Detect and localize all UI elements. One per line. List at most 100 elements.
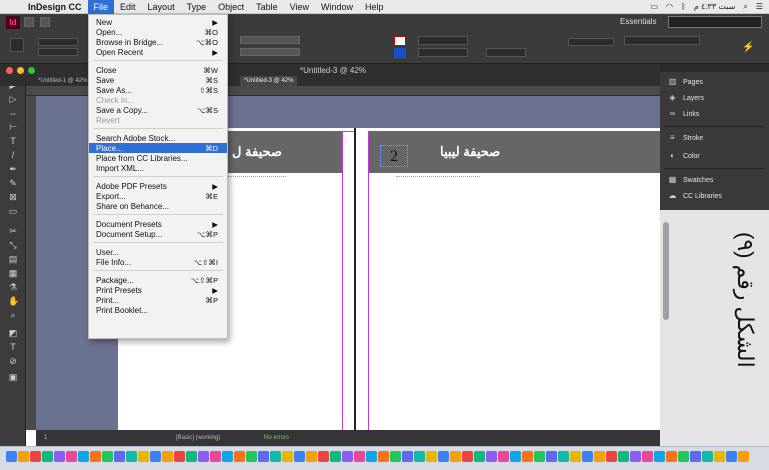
- note-tool-icon[interactable]: ▦: [8, 268, 18, 278]
- menu-table[interactable]: Table: [250, 0, 284, 14]
- page-number-field[interactable]: 1: [44, 430, 47, 446]
- stroke-swatch[interactable]: [394, 48, 406, 58]
- menu-item-place[interactable]: Place... ⌘D: [89, 143, 227, 153]
- scrollbar[interactable]: [663, 222, 669, 320]
- width-field[interactable]: [240, 36, 300, 44]
- opacity-field[interactable]: [486, 48, 526, 57]
- dock-app-icon[interactable]: [618, 451, 629, 462]
- menu-type[interactable]: Type: [181, 0, 213, 14]
- dock-app-icon[interactable]: [474, 451, 485, 462]
- dock-app-icon[interactable]: [234, 451, 245, 462]
- dock-app-icon[interactable]: [582, 451, 593, 462]
- dock-app-icon[interactable]: [690, 451, 701, 462]
- dock-app-icon[interactable]: [738, 451, 749, 462]
- gap-field[interactable]: [568, 38, 614, 46]
- menu-object[interactable]: Object: [212, 0, 250, 14]
- dock-app-icon[interactable]: [114, 451, 125, 462]
- search-icon[interactable]: ⌕: [743, 2, 747, 12]
- menu-item-document-setup[interactable]: Document Setup... ⌥⌘P: [89, 229, 227, 239]
- pen-tool-icon[interactable]: ✒: [8, 164, 18, 174]
- height-field[interactable]: [240, 48, 300, 56]
- dock-app-icon[interactable]: [258, 451, 269, 462]
- page-tool-icon[interactable]: ⇔: [8, 108, 18, 118]
- fill-stroke-icon[interactable]: ◩: [8, 328, 18, 338]
- screen-mode-button[interactable]: [40, 17, 50, 27]
- gap-tool-icon[interactable]: ⊢: [8, 122, 18, 132]
- menu-item-export[interactable]: Export... ⌘E: [89, 191, 227, 201]
- dock-app-icon[interactable]: [402, 451, 413, 462]
- dock-app-icon[interactable]: [558, 451, 569, 462]
- help-search-input[interactable]: [668, 16, 762, 28]
- dock-app-icon[interactable]: [654, 451, 665, 462]
- menu-file[interactable]: File: [87, 0, 115, 14]
- dock-app-icon[interactable]: [630, 451, 641, 462]
- dock-app-icon[interactable]: [18, 451, 29, 462]
- menu-item-save-as[interactable]: Save As... ⇧⌘S: [89, 85, 227, 95]
- dock-app-icon[interactable]: [702, 451, 713, 462]
- panel-cc-libraries[interactable]: ☁ CC Libraries: [668, 190, 722, 202]
- line-tool-icon[interactable]: /: [8, 150, 18, 160]
- dock-app-icon[interactable]: [342, 451, 353, 462]
- dock-app-icon[interactable]: [390, 451, 401, 462]
- menu-item-user[interactable]: User...: [89, 247, 227, 257]
- dock-app-icon[interactable]: [714, 451, 725, 462]
- workspace-switcher[interactable]: Essentials: [620, 17, 656, 26]
- screen-mode-icon[interactable]: ▣: [8, 372, 18, 382]
- menu-item-package[interactable]: Package... ⌥⇧⌘P: [89, 275, 227, 285]
- dock-app-icon[interactable]: [642, 451, 653, 462]
- dock-app-icon[interactable]: [78, 451, 89, 462]
- view-options-button[interactable]: [24, 17, 34, 27]
- dock-app-icon[interactable]: [462, 451, 473, 462]
- gradient-tool-icon[interactable]: ▤: [8, 254, 18, 264]
- dock-app-icon[interactable]: [414, 451, 425, 462]
- dock-app-icon[interactable]: [150, 451, 161, 462]
- scissors-tool-icon[interactable]: ✂: [8, 226, 18, 236]
- app-menu[interactable]: InDesign CC: [22, 0, 88, 14]
- menu-item-import-xml[interactable]: Import XML...: [89, 163, 227, 173]
- dock-app-icon[interactable]: [534, 451, 545, 462]
- dock-app-icon[interactable]: [246, 451, 257, 462]
- object-style-dropdown[interactable]: [624, 36, 700, 45]
- page-number-frame[interactable]: 2: [380, 145, 408, 167]
- dock-app-icon[interactable]: [306, 451, 317, 462]
- panel-swatches[interactable]: ▦ Swatches: [668, 174, 714, 186]
- battery-icon[interactable]: ▭: [650, 2, 658, 11]
- hand-tool-icon[interactable]: ✋: [8, 296, 19, 306]
- fill-swatch[interactable]: [394, 36, 406, 46]
- menu-item-open[interactable]: Open... ⌘O: [89, 27, 227, 37]
- dock-app-icon[interactable]: [666, 451, 677, 462]
- dock-app-icon[interactable]: [498, 451, 509, 462]
- y-field[interactable]: [38, 48, 78, 56]
- page-right[interactable]: [356, 128, 660, 430]
- dock-app-icon[interactable]: [6, 451, 17, 462]
- menu-item-print-booklet[interactable]: Print Booklet...: [89, 305, 227, 315]
- dock-app-icon[interactable]: [378, 451, 389, 462]
- dock-app-icon[interactable]: [162, 451, 173, 462]
- panel-color[interactable]: ◐ Color: [668, 150, 700, 162]
- formatting-icon[interactable]: T: [8, 342, 18, 352]
- dock-app-icon[interactable]: [726, 451, 737, 462]
- dock-app-icon[interactable]: [546, 451, 557, 462]
- dock-app-icon[interactable]: [90, 451, 101, 462]
- dock-app-icon[interactable]: [126, 451, 137, 462]
- menu-item-share-on-behance[interactable]: Share on Behance...: [89, 201, 227, 211]
- bluetooth-icon[interactable]: ᛒ: [681, 2, 686, 11]
- zoom-window-icon[interactable]: [28, 67, 35, 74]
- dock-app-icon[interactable]: [138, 451, 149, 462]
- menu-item-print[interactable]: Print... ⌘P: [89, 295, 227, 305]
- dock-app-icon[interactable]: [450, 451, 461, 462]
- rectangle-frame-tool-icon[interactable]: ⊠: [8, 192, 18, 202]
- menu-item-file-info[interactable]: File Info... ⌥⇧⌘I: [89, 257, 227, 267]
- reference-point-icon[interactable]: [10, 38, 24, 52]
- stroke-weight-field[interactable]: [418, 36, 468, 45]
- dock-app-icon[interactable]: [42, 451, 53, 462]
- menu-item-browse-in-bridge[interactable]: Browse in Bridge... ⌥⌘O: [89, 37, 227, 47]
- dock-app-icon[interactable]: [318, 451, 329, 462]
- dock-app-icon[interactable]: [570, 451, 581, 462]
- dock-app-icon[interactable]: [426, 451, 437, 462]
- style-dropdown[interactable]: [Basic] (working): [176, 430, 220, 446]
- eyedropper-tool-icon[interactable]: ⚗: [8, 282, 18, 292]
- dock-app-icon[interactable]: [294, 451, 305, 462]
- tab-untitled-1[interactable]: *Untitled-1 @ 42%: [34, 76, 91, 86]
- dock-app-icon[interactable]: [222, 451, 233, 462]
